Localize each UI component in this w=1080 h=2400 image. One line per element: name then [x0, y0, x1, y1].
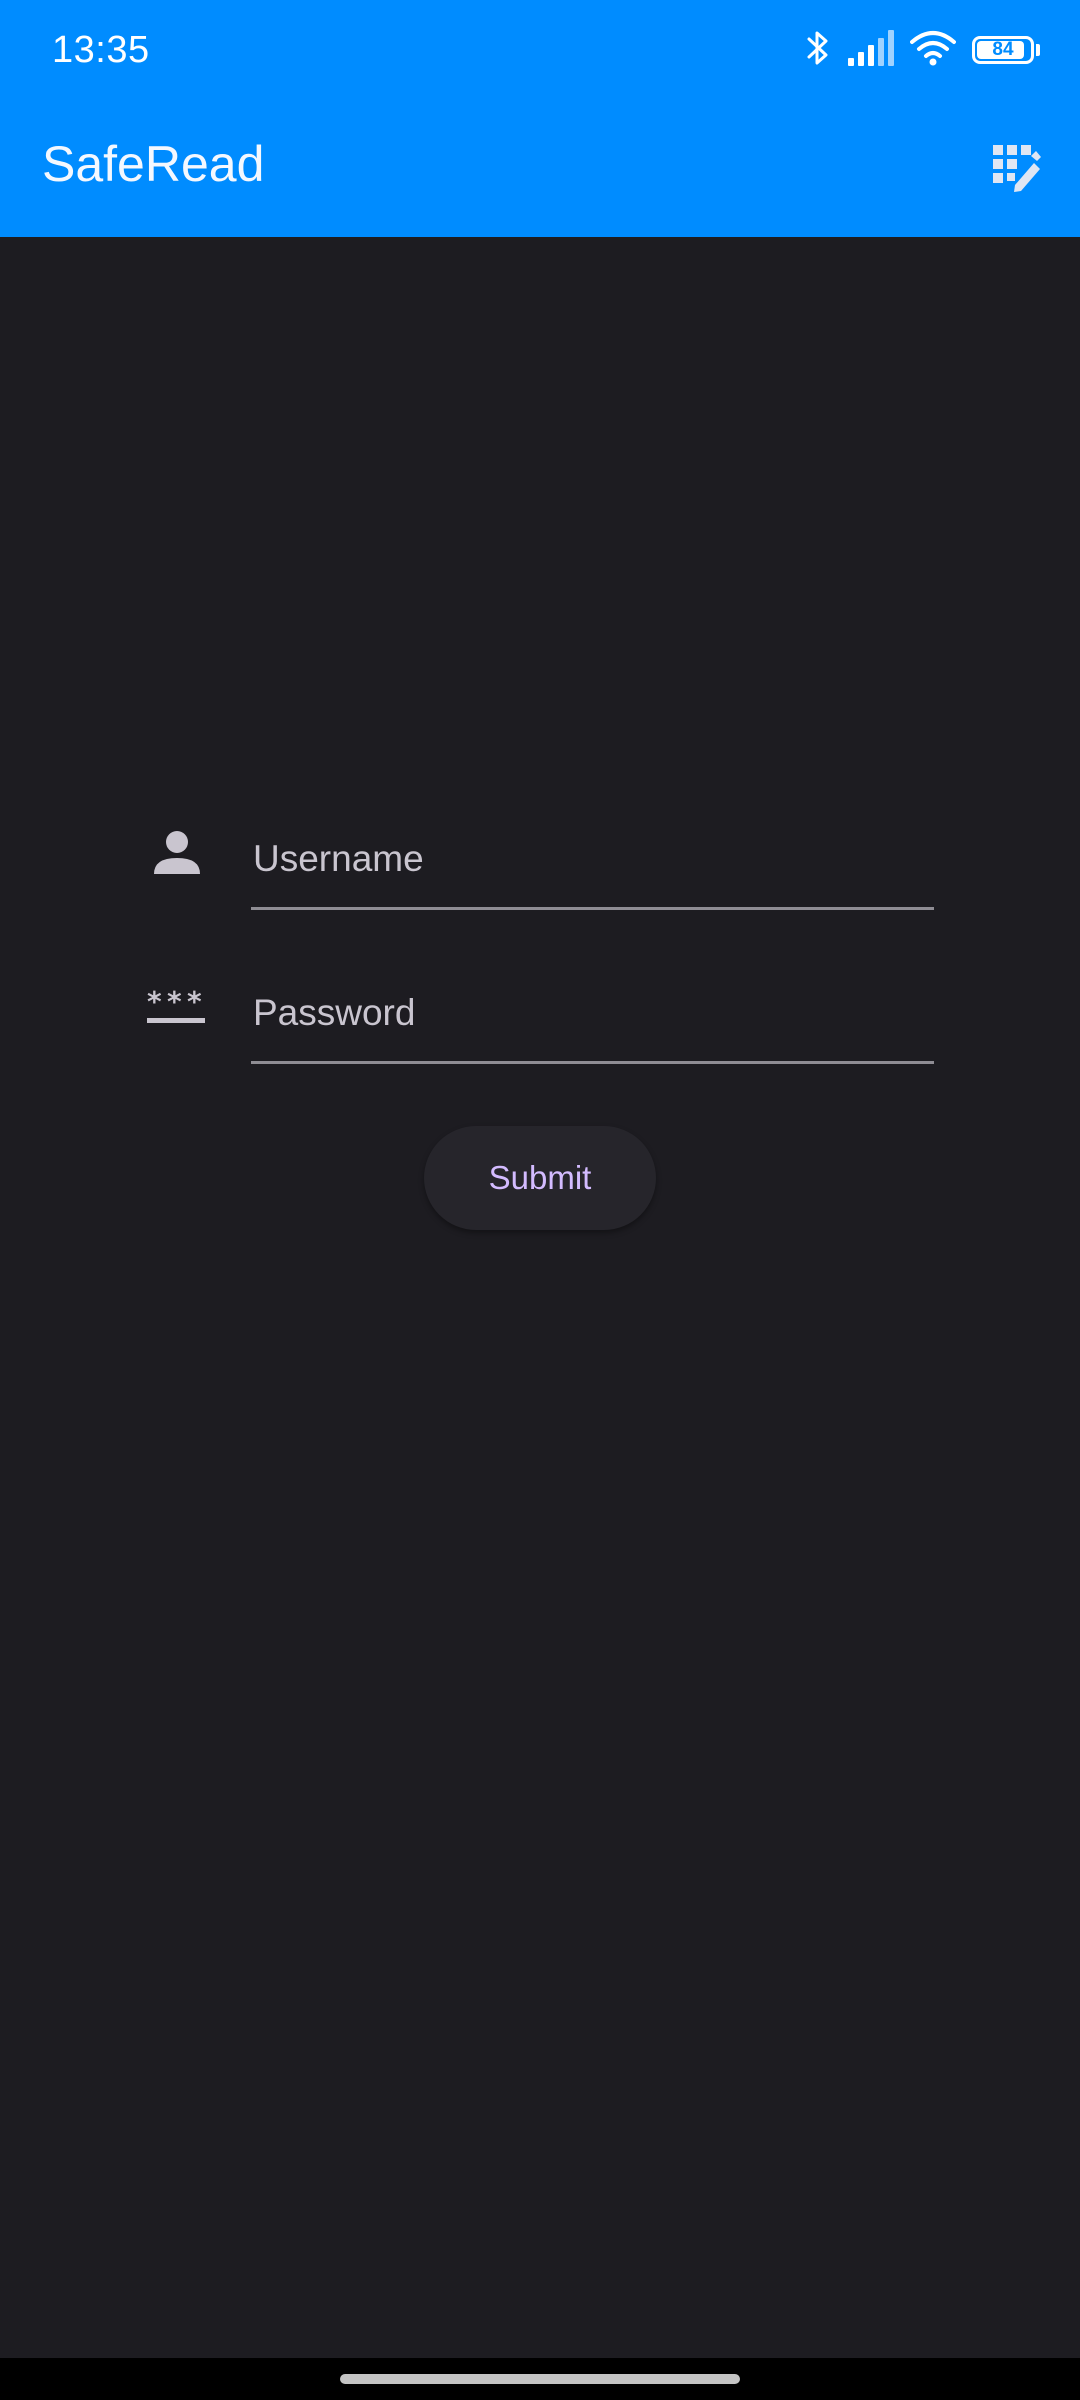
- svg-text:*: *: [187, 987, 202, 1018]
- person-icon: [140, 816, 214, 890]
- wifi-icon: [910, 30, 956, 71]
- qr-scan-edit-icon: [993, 145, 1041, 192]
- status-bar: 13:35 84: [0, 0, 1080, 100]
- password-field-row: * * *: [140, 964, 934, 1074]
- svg-text:*: *: [167, 987, 182, 1018]
- svg-text:*: *: [147, 987, 162, 1018]
- app-bar: SafeRead: [0, 100, 1080, 237]
- status-icons: 84: [804, 28, 1040, 72]
- password-icon: * * *: [140, 970, 214, 1044]
- battery-tip: [1036, 44, 1040, 56]
- username-field-row: [140, 810, 934, 920]
- signal-icon: [848, 29, 894, 71]
- navigation-bar: [0, 2358, 1080, 2400]
- submit-button[interactable]: Submit: [424, 1126, 656, 1230]
- battery-icon: 84: [972, 36, 1034, 64]
- bluetooth-icon: [804, 28, 832, 73]
- battery-level: 84: [992, 39, 1014, 60]
- status-time: 13:35: [52, 29, 150, 71]
- username-input[interactable]: [251, 810, 934, 910]
- app-title: SafeRead: [42, 136, 265, 192]
- home-indicator[interactable]: [340, 2374, 740, 2384]
- password-input[interactable]: [251, 964, 934, 1064]
- qr-scan-edit-button[interactable]: [986, 138, 1046, 198]
